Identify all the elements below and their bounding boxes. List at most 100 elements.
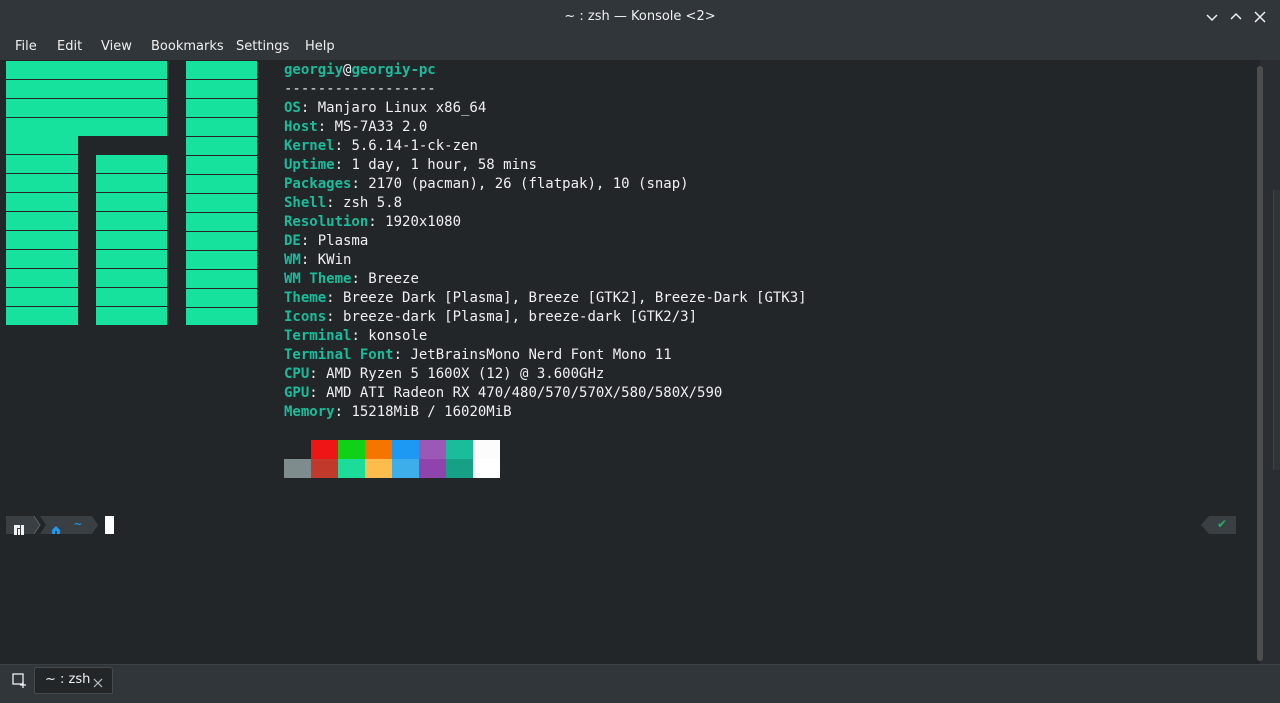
info-host: Host: MS-7A33 2.0 [284, 119, 428, 135]
info-value: AMD ATI Radeon RX 470/480/570/570X/580/5… [326, 385, 723, 401]
info-icons: Icons: breeze-dark [Plasma], breeze-dark… [284, 309, 698, 325]
info-value: Plasma [317, 233, 369, 249]
color-swatch [419, 459, 446, 478]
color-swatch [284, 459, 311, 478]
info-value: zsh 5.8 [343, 195, 403, 211]
menu-file[interactable]: File [15, 39, 37, 54]
info-value: Breeze [368, 271, 419, 287]
info-packages: Packages: 2170 (pacman), 26 (flatpak), 1… [284, 176, 689, 192]
color-swatch [311, 459, 338, 478]
info-key: WM Theme [284, 271, 352, 287]
info-key: Terminal Font [284, 347, 394, 363]
info-value: 5.6.14-1-ck-zen [351, 138, 478, 154]
new-tab-icon[interactable] [10, 670, 30, 690]
logo-block-top-left [6, 61, 167, 136]
color-swatch [311, 440, 338, 459]
color-swatch [392, 440, 419, 459]
info-value: KWin [317, 252, 352, 268]
menu-settings[interactable]: Settings [236, 39, 289, 54]
color-swatch [365, 459, 392, 478]
info-key: Kernel [284, 138, 335, 154]
color-swatch [473, 440, 500, 459]
title-bar[interactable]: ~ : zsh — Konsole <2> [0, 0, 1280, 35]
maximize-icon[interactable] [1227, 8, 1245, 26]
info-wm-theme: WM Theme: Breeze [284, 271, 419, 287]
info-key: Resolution [284, 214, 369, 230]
color-palette [284, 440, 500, 478]
close-icon[interactable] [92, 674, 104, 688]
info-de: DE: Plasma [284, 233, 369, 249]
info-key: Packages [284, 176, 352, 192]
tab-bar [0, 664, 1280, 703]
info-value: JetBrainsMono Nerd Font Mono 11 [410, 347, 672, 363]
info-cpu: CPU: AMD Ryzen 5 1600X (12) @ 3.600GHz [284, 366, 605, 382]
info-shell: Shell: zsh 5.8 [284, 195, 403, 211]
info-value: 1920x1080 [385, 214, 462, 230]
info-value: Breeze Dark [Plasma], Breeze [GTK2], Bre… [343, 290, 807, 306]
menu-view[interactable]: View [101, 39, 132, 54]
info-key: Theme [284, 290, 327, 306]
username: georgiy [284, 62, 344, 78]
info-key: Memory [284, 404, 335, 420]
color-swatch [446, 459, 473, 478]
info-value: 2170 (pacman), 26 (flatpak), 10 (snap) [368, 176, 689, 192]
hostname: georgiy-pc [351, 62, 436, 78]
menu-help[interactable]: Help [305, 39, 335, 54]
info-key: Icons [284, 309, 327, 325]
color-swatch [365, 440, 392, 459]
tab-zsh[interactable]: ~ : zsh [34, 667, 113, 694]
info-value: AMD Ryzen 5 1600X (12) @ 3.600GHz [326, 366, 605, 382]
logo-block-middle [96, 155, 167, 325]
manjaro-icon [14, 520, 24, 535]
menu-bookmarks[interactable]: Bookmarks [151, 39, 224, 54]
info-key: Terminal [284, 328, 352, 344]
info-gpu: GPU: AMD ATI Radeon RX 470/480/570/570X/… [284, 385, 723, 401]
neofetch-info: georgiy@georgiy-pc ------------------ OS… [284, 61, 807, 422]
info-key: Host [284, 119, 318, 135]
info-key: Uptime [284, 157, 335, 173]
info-key: DE [284, 233, 301, 249]
window-title: ~ : zsh — Konsole <2> [564, 9, 716, 24]
color-swatch [284, 440, 311, 459]
logo-block-left [6, 136, 78, 325]
info-memory: Memory: 15218MiB / 16020MiB [284, 404, 512, 420]
minimize-icon[interactable] [1203, 8, 1221, 26]
color-swatch [338, 459, 365, 478]
info-key: GPU [284, 385, 310, 401]
info-key: WM [284, 252, 301, 268]
menu-edit[interactable]: Edit [57, 39, 82, 54]
info-terminal-font: Terminal Font: JetBrainsMono Nerd Font M… [284, 347, 672, 363]
current-directory: ~ [74, 517, 82, 532]
menu-bar: File Edit View Bookmarks Settings Help [0, 35, 1280, 60]
color-swatch [419, 440, 446, 459]
info-value: konsole [368, 328, 428, 344]
home-icon [51, 520, 61, 534]
info-wm: WM: KWin [284, 252, 352, 268]
scrollbar-thumb[interactable] [1257, 66, 1263, 661]
info-value: breeze-dark [Plasma], breeze-dark [GTK2/… [343, 309, 698, 325]
checkmark-icon: ✔ [1217, 517, 1228, 531]
separator-line: ------------------ [284, 81, 436, 97]
info-value: Manjaro Linux x86_64 [317, 100, 487, 116]
info-key: CPU [284, 366, 310, 382]
info-value: MS-7A33 2.0 [334, 119, 428, 135]
text-cursor [105, 516, 114, 534]
info-kernel: Kernel: 5.6.14-1-ck-zen [284, 138, 478, 154]
info-uptime: Uptime: 1 day, 1 hour, 58 mins [284, 157, 537, 173]
color-swatch [473, 459, 500, 478]
info-key: Shell [284, 195, 327, 211]
info-terminal: Terminal: konsole [284, 328, 428, 344]
user-host-line: georgiy@georgiy-pc [284, 61, 807, 80]
info-os: OS: Manjaro Linux x86_64 [284, 100, 487, 116]
info-value: 15218MiB / 16020MiB [351, 404, 512, 420]
color-swatch [446, 440, 473, 459]
info-resolution: Resolution: 1920x1080 [284, 214, 462, 230]
konsole-window: ~ : zsh — Konsole <2> File Edit View Boo… [0, 0, 1280, 703]
info-value: 1 day, 1 hour, 58 mins [351, 157, 537, 173]
info-key: OS [284, 100, 301, 116]
color-swatch [338, 440, 365, 459]
side-panel-edge[interactable] [1273, 190, 1280, 470]
close-icon[interactable] [1251, 8, 1269, 26]
tab-label: ~ : zsh [45, 672, 91, 687]
logo-block-right [186, 61, 257, 325]
